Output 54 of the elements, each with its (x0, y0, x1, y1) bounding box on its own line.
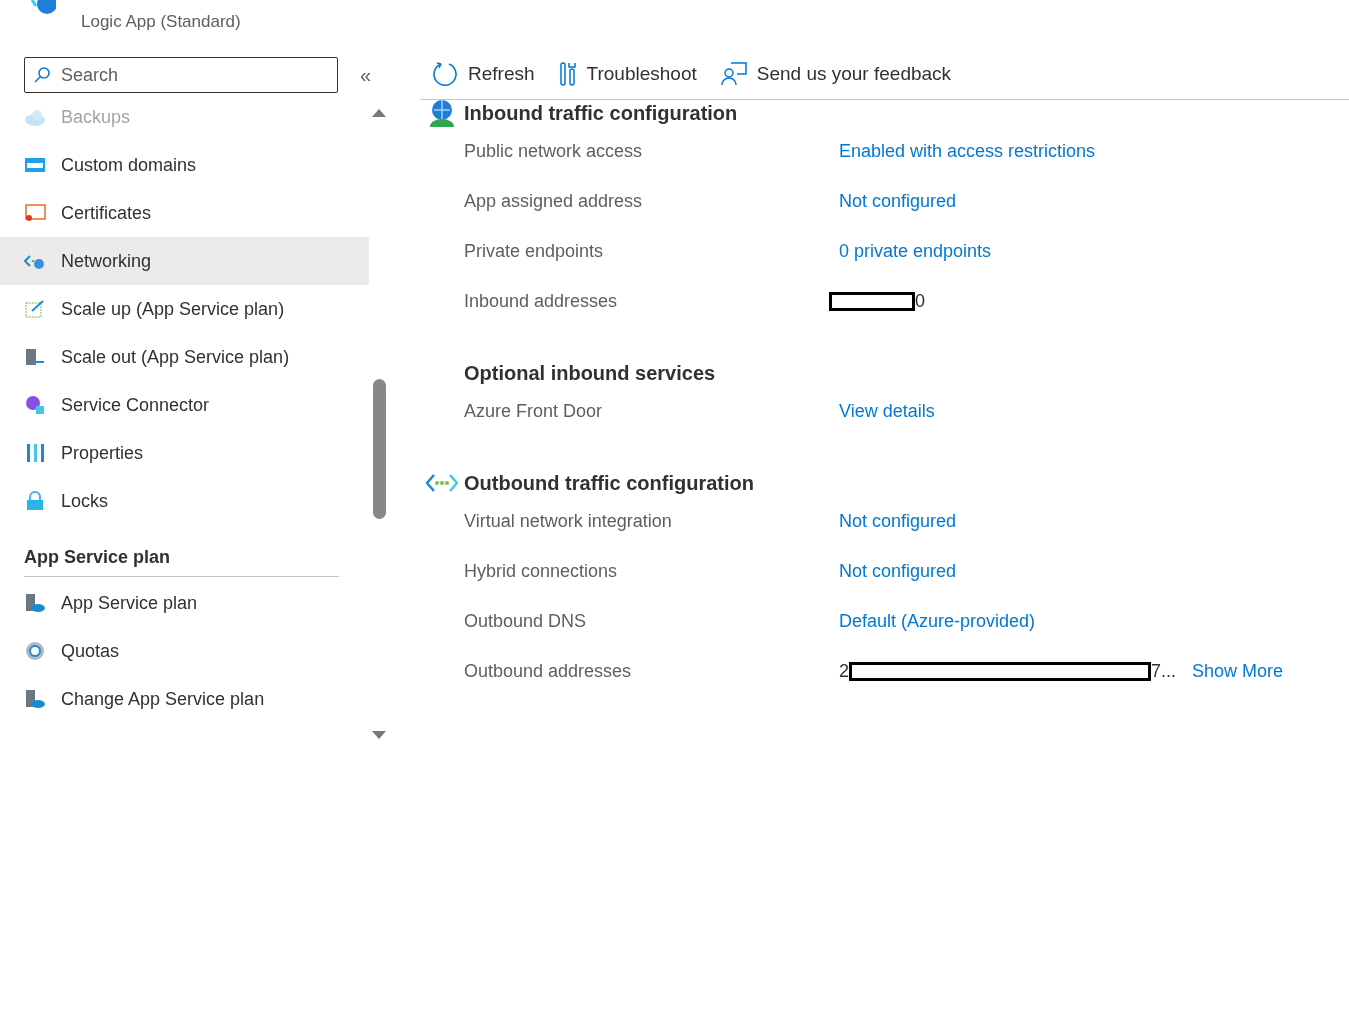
gauge-icon (24, 641, 46, 661)
section-heading: App Service plan (23, 546, 172, 569)
property-label: Virtual network integration (464, 510, 673, 532)
tools-icon (558, 60, 577, 87)
search-field[interactable]: Search (24, 57, 338, 93)
sidebar-item[interactable]: Service Connector (0, 381, 369, 429)
property-label: Azure Front Door (464, 400, 604, 422)
sidebar-item[interactable]: Quotas (0, 627, 369, 675)
search-icon (33, 66, 51, 84)
sidebar-item[interactable]: Scale out (App Service plan) (0, 333, 369, 381)
property-label: Public network access (464, 140, 644, 162)
server-cloud-icon (24, 593, 46, 613)
section-title: Optional inbound services (464, 361, 716, 385)
property-link[interactable]: Not configured (839, 190, 957, 212)
globe-user-icon (427, 99, 457, 127)
sidebar-item[interactable]: Properties (0, 429, 369, 477)
address-text: 7... (1151, 660, 1177, 682)
property-link[interactable]: Default (Azure-provided) (839, 610, 1036, 632)
sidebar-item[interactable]: Scale up (App Service plan) (0, 285, 369, 333)
refresh-button[interactable]: Refresh (430, 60, 537, 87)
property-label: Outbound DNS (464, 610, 588, 632)
feedback-icon (720, 60, 747, 87)
property-label: Private endpoints (464, 240, 605, 262)
section-title: Inbound traffic configuration (464, 101, 738, 125)
property-link[interactable]: Enabled with access restrictions (839, 140, 1096, 162)
property-label: Inbound addresses (464, 290, 619, 312)
property-link[interactable]: Not configured (839, 510, 957, 532)
sidebar-item[interactable]: Locks (0, 477, 369, 525)
property-label: Outbound addresses (464, 660, 633, 682)
network-icon (426, 473, 458, 493)
logic-app-icon (30, 0, 56, 16)
server-cloud-icon (24, 689, 46, 709)
property-link[interactable]: 0 private endpoints (839, 240, 992, 262)
show-more-link[interactable]: Show More (1192, 660, 1284, 682)
property-link[interactable]: View details (839, 400, 935, 422)
feedback-button[interactable]: Send us your feedback (718, 60, 954, 87)
property-label: Hybrid connections (464, 560, 619, 582)
resource-subtitle: Logic App (Standard) (81, 12, 241, 32)
address-text: 2 (839, 660, 849, 682)
scroll-up-icon (372, 109, 386, 117)
sidebar-item[interactable]: Custom domains (0, 141, 369, 189)
refresh-icon (432, 60, 458, 87)
property-label: App assigned address (464, 190, 644, 212)
sidebar-item[interactable]: Networking (0, 237, 369, 285)
sidebar-item[interactable]: Change App Service plan (0, 675, 369, 723)
collapse-button[interactable]: « (356, 63, 376, 87)
section-title: Outbound traffic configuration (464, 471, 754, 495)
address-text: 0 (915, 290, 925, 312)
sidebar-item[interactable]: Certificates (0, 189, 369, 237)
troubleshoot-button[interactable]: Troubleshoot (556, 60, 699, 87)
sidebar-item[interactable]: App Service plan (0, 579, 369, 627)
scroll-down-icon (372, 731, 386, 739)
property-link[interactable]: Not configured (839, 560, 957, 582)
scrollbar-thumb[interactable] (373, 379, 386, 519)
